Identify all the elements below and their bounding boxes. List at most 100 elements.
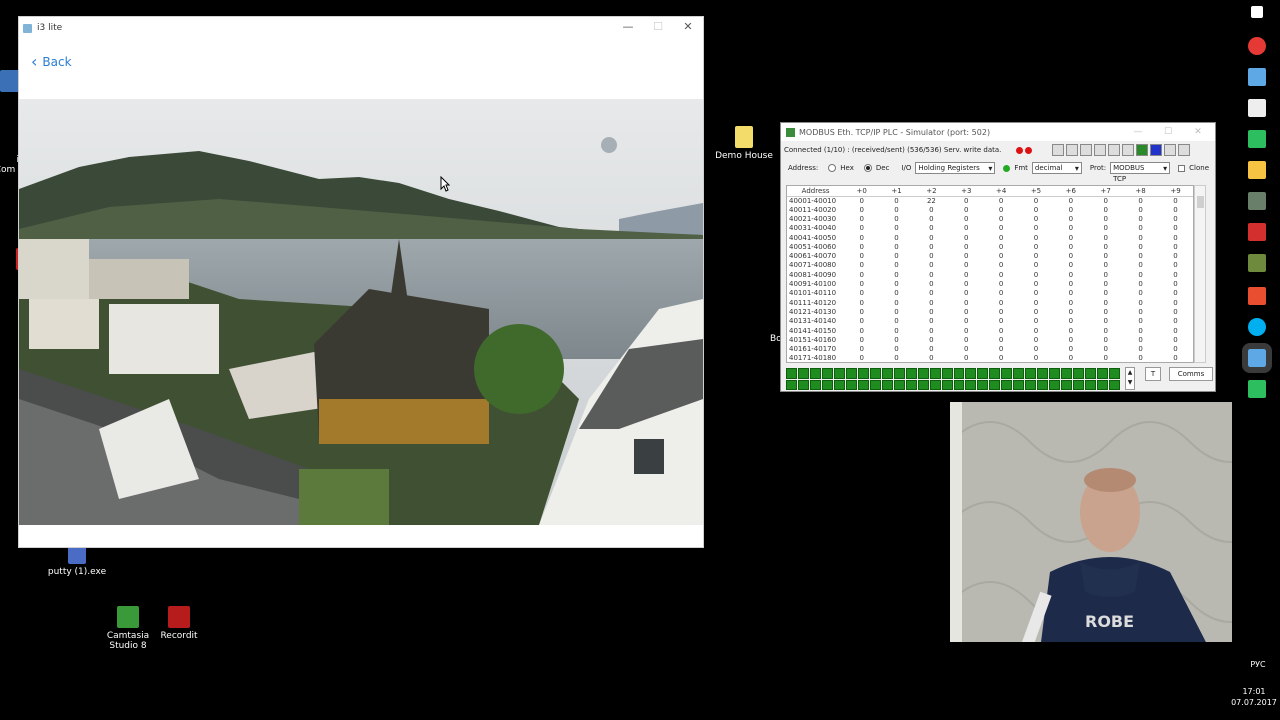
- file-explorer-icon[interactable]: [1248, 161, 1266, 179]
- register-value[interactable]: 0: [949, 252, 984, 261]
- maximize-button[interactable]: ☐: [643, 17, 673, 37]
- register-scrollbar[interactable]: [1194, 185, 1206, 363]
- skype-icon[interactable]: [1248, 318, 1266, 336]
- app-icon-red[interactable]: [1248, 223, 1266, 241]
- register-value[interactable]: 0: [1019, 326, 1054, 335]
- register-value[interactable]: 0: [844, 261, 879, 270]
- register-row[interactable]: 40021-40030 0 0 0 0 0 0 0 0 0 0: [787, 215, 1193, 224]
- register-value[interactable]: 0: [1158, 289, 1193, 298]
- coil-indicator[interactable]: [857, 368, 869, 379]
- toolbar-button-8[interactable]: [1150, 144, 1162, 156]
- register-value[interactable]: 0: [1053, 336, 1088, 345]
- register-value[interactable]: 0: [914, 345, 949, 354]
- minimize-button[interactable]: —: [613, 17, 643, 37]
- register-value[interactable]: 0: [844, 317, 879, 326]
- register-value[interactable]: 0: [1019, 252, 1054, 261]
- register-row[interactable]: 40041-40050 0 0 0 0 0 0 0 0 0 0: [787, 233, 1193, 242]
- evernote-icon-2[interactable]: [1248, 380, 1266, 398]
- register-value[interactable]: 0: [984, 289, 1019, 298]
- register-value[interactable]: 0: [984, 224, 1019, 233]
- maximize-button[interactable]: ☐: [1153, 123, 1183, 141]
- register-value[interactable]: 0: [1019, 354, 1054, 362]
- coil-indicator[interactable]: [989, 368, 1001, 379]
- register-value[interactable]: 0: [1158, 345, 1193, 354]
- t-button[interactable]: T: [1145, 367, 1161, 381]
- register-value[interactable]: 0: [879, 280, 914, 289]
- coil-indicator[interactable]: [929, 368, 941, 379]
- register-value[interactable]: 0: [879, 261, 914, 270]
- register-value[interactable]: 0: [1123, 215, 1158, 224]
- register-value[interactable]: 0: [1123, 289, 1158, 298]
- register-value[interactable]: 0: [844, 354, 879, 362]
- register-row[interactable]: 40101-40110 0 0 0 0 0 0 0 0 0 0: [787, 289, 1193, 298]
- coil-indicator[interactable]: [1073, 368, 1085, 379]
- register-value[interactable]: 0: [1158, 271, 1193, 280]
- register-value[interactable]: 0: [1158, 298, 1193, 307]
- register-row[interactable]: 40061-40070 0 0 0 0 0 0 0 0 0 0: [787, 252, 1193, 261]
- register-value[interactable]: 0: [879, 345, 914, 354]
- register-value[interactable]: 22: [914, 196, 949, 206]
- register-value[interactable]: 0: [1088, 280, 1123, 289]
- register-value[interactable]: 0: [1123, 298, 1158, 307]
- register-value[interactable]: 0: [1158, 308, 1193, 317]
- coil-indicator[interactable]: [869, 368, 881, 379]
- coil-indicator[interactable]: [797, 379, 809, 390]
- camera-view[interactable]: [19, 99, 703, 525]
- register-value[interactable]: 0: [1088, 317, 1123, 326]
- coil-indicator[interactable]: [1109, 379, 1120, 390]
- register-value[interactable]: 0: [949, 298, 984, 307]
- register-row[interactable]: 40171-40180 0 0 0 0 0 0 0 0 0 0: [787, 354, 1193, 362]
- toolbar-button-5[interactable]: [1108, 144, 1120, 156]
- coil-indicator[interactable]: [1061, 368, 1073, 379]
- register-value[interactable]: 0: [914, 298, 949, 307]
- desktop-icon-putty[interactable]: putty (1).exe: [42, 546, 112, 577]
- register-value[interactable]: 0: [1158, 224, 1193, 233]
- register-value[interactable]: 0: [844, 243, 879, 252]
- register-row[interactable]: 40071-40080 0 0 0 0 0 0 0 0 0 0: [787, 261, 1193, 270]
- calendar-icon[interactable]: [1248, 99, 1266, 117]
- register-value[interactable]: 0: [879, 215, 914, 224]
- register-row[interactable]: 40001-40010 0 0 22 0 0 0 0 0 0 0: [787, 196, 1193, 206]
- language-indicator[interactable]: РУС: [1238, 660, 1278, 669]
- register-value[interactable]: 0: [914, 243, 949, 252]
- register-value[interactable]: 0: [1158, 354, 1193, 362]
- hex-radio[interactable]: [828, 164, 837, 172]
- register-value[interactable]: 0: [949, 261, 984, 270]
- register-value[interactable]: 0: [1158, 243, 1193, 252]
- coil-indicator[interactable]: [917, 368, 929, 379]
- register-value[interactable]: 0: [1123, 336, 1158, 345]
- register-value[interactable]: 0: [914, 317, 949, 326]
- register-value[interactable]: 0: [984, 206, 1019, 215]
- desktop-icon-recordit[interactable]: Recordit: [144, 606, 214, 641]
- app-icon-gray[interactable]: [1248, 192, 1266, 210]
- register-value[interactable]: 0: [1053, 345, 1088, 354]
- register-value[interactable]: 0: [1123, 243, 1158, 252]
- toolbar-button-9[interactable]: [1164, 144, 1176, 156]
- register-value[interactable]: 0: [914, 289, 949, 298]
- register-value[interactable]: 0: [879, 317, 914, 326]
- register-value[interactable]: 0: [949, 317, 984, 326]
- modbus-title-bar[interactable]: MODBUS Eth. TCP/IP PLC - Simulator (port…: [781, 123, 1215, 141]
- register-value[interactable]: 0: [1088, 224, 1123, 233]
- coil-indicator[interactable]: [1097, 379, 1109, 390]
- coil-indicator[interactable]: [1061, 379, 1073, 390]
- register-value[interactable]: 0: [844, 336, 879, 345]
- register-value[interactable]: 0: [949, 289, 984, 298]
- register-value[interactable]: 0: [1053, 261, 1088, 270]
- register-value[interactable]: 0: [844, 224, 879, 233]
- register-value[interactable]: 0: [1123, 233, 1158, 242]
- register-value[interactable]: 0: [949, 336, 984, 345]
- register-value[interactable]: 0: [1053, 308, 1088, 317]
- register-value[interactable]: 0: [984, 326, 1019, 335]
- register-value[interactable]: 0: [1123, 345, 1158, 354]
- coil-indicator[interactable]: [953, 368, 965, 379]
- register-value[interactable]: 0: [1088, 308, 1123, 317]
- register-value[interactable]: 0: [1019, 289, 1054, 298]
- register-value[interactable]: 0: [1053, 271, 1088, 280]
- register-value[interactable]: 0: [1123, 354, 1158, 362]
- register-value[interactable]: 0: [844, 326, 879, 335]
- windows-start-icon[interactable]: [1251, 6, 1263, 18]
- register-value[interactable]: 0: [1053, 298, 1088, 307]
- register-row[interactable]: 40111-40120 0 0 0 0 0 0 0 0 0 0: [787, 298, 1193, 307]
- register-value[interactable]: 0: [914, 261, 949, 270]
